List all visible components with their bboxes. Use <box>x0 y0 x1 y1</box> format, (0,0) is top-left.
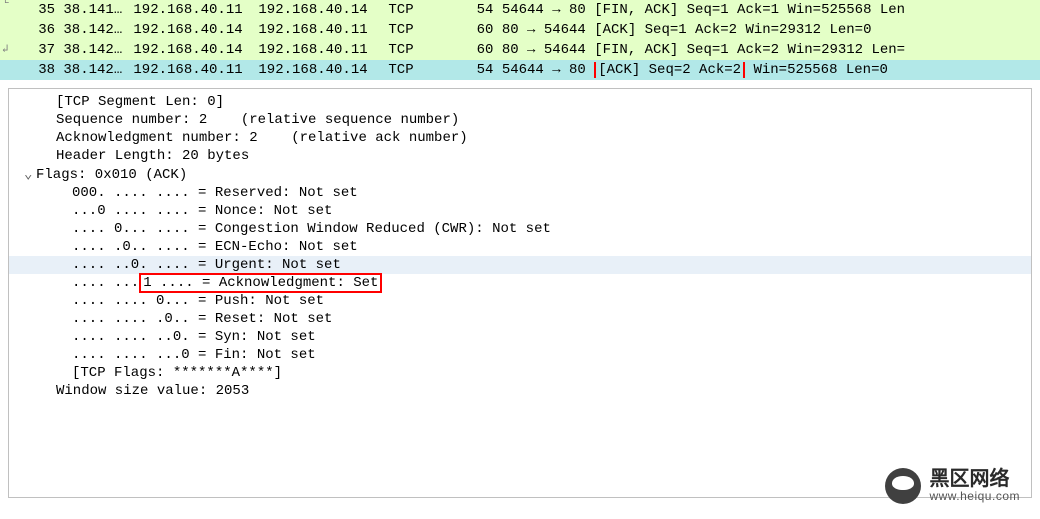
packet-row[interactable]: ↲ 37 38.142… 192.168.40.14 192.168.40.11… <box>0 40 1040 60</box>
col-src: 192.168.40.11 <box>133 62 258 78</box>
col-src: 192.168.40.14 <box>133 22 258 38</box>
col-info: 80 → 54644 [FIN, ACK] Seq=1 Ack=2 Win=29… <box>502 42 1040 58</box>
col-dst: 192.168.40.14 <box>258 62 388 78</box>
flag-syn: .... .... ..0. = Syn: Not set <box>9 328 1031 346</box>
flag-ecn: .... .0.. .... = ECN-Echo: Not set <box>9 238 1031 256</box>
col-dst: 192.168.40.14 <box>258 2 388 18</box>
col-dst: 192.168.40.11 <box>258 22 388 38</box>
col-info: 54644 → 80 [FIN, ACK] Seq=1 Ack=1 Win=52… <box>502 2 1040 18</box>
arrow-icon: ↲ <box>2 42 17 56</box>
chevron-down-icon[interactable]: ⌄ <box>24 166 36 183</box>
col-src: 192.168.40.11 <box>133 2 258 18</box>
ack-number: Acknowledgment number: 2 (relative ack n… <box>9 129 1031 147</box>
col-time: 38.142… <box>63 62 133 78</box>
flag-fin: .... .... ...0 = Fin: Not set <box>9 346 1031 364</box>
highlight-ack-seq: [ACK] Seq=2 Ack=2 <box>594 62 745 78</box>
col-time: 38.141… <box>63 2 133 18</box>
highlight-ack-flag: 1 .... = Acknowledgment: Set <box>139 273 382 293</box>
packet-row[interactable]: 36 38.142… 192.168.40.14 192.168.40.11 T… <box>0 20 1040 40</box>
col-proto: TCP <box>388 22 453 38</box>
flag-push: .... .... 0... = Push: Not set <box>9 292 1031 310</box>
col-no: 36 <box>20 22 55 38</box>
tcp-segment-len: [TCP Segment Len: 0] <box>9 93 1031 111</box>
col-info: 54644 → 80 [ACK] Seq=2 Ack=2 Win=525568 … <box>502 62 1040 78</box>
col-len: 60 <box>453 42 493 58</box>
tcp-flags-summary: [TCP Flags: *******A****] <box>9 364 1031 382</box>
packet-row[interactable]: 35 38.141… 192.168.40.11 192.168.40.14 T… <box>0 0 1040 20</box>
flag-cwr: .... 0... .... = Congestion Window Reduc… <box>9 220 1031 238</box>
packet-details-pane[interactable]: [TCP Segment Len: 0] Sequence number: 2 … <box>8 88 1032 498</box>
window-size: Window size value: 2053 <box>9 382 1031 400</box>
col-proto: TCP <box>388 42 453 58</box>
sequence-number: Sequence number: 2 (relative sequence nu… <box>9 111 1031 129</box>
col-no: 38 <box>20 62 55 78</box>
col-proto: TCP <box>388 62 453 78</box>
col-src: 192.168.40.14 <box>133 42 258 58</box>
flags-header[interactable]: ⌄Flags: 0x010 (ACK) <box>9 165 1031 184</box>
mushroom-icon <box>885 468 921 504</box>
watermark: 黑区网络 www.heiqu.com <box>885 468 1020 504</box>
col-proto: TCP <box>388 2 453 18</box>
header-length: Header Length: 20 bytes <box>9 147 1031 165</box>
flag-nonce: ...0 .... .... = Nonce: Not set <box>9 202 1031 220</box>
col-time: 38.142… <box>63 42 133 58</box>
flag-reserved: 000. .... .... = Reserved: Not set <box>9 184 1031 202</box>
flag-ack: .... ...1 .... = Acknowledgment: Set <box>9 274 1031 292</box>
col-no: 35 <box>20 2 55 18</box>
watermark-title: 黑区网络 <box>929 468 1020 490</box>
watermark-url: www.heiqu.com <box>929 490 1020 503</box>
col-len: 54 <box>453 62 493 78</box>
flag-reset: .... .... .0.. = Reset: Not set <box>9 310 1031 328</box>
col-info: 80 → 54644 [ACK] Seq=1 Ack=2 Win=29312 L… <box>502 22 1040 38</box>
col-no: 37 <box>20 42 55 58</box>
arrow-icon: └ <box>2 0 17 10</box>
col-len: 60 <box>453 22 493 38</box>
col-len: 54 <box>453 2 493 18</box>
packet-row-selected[interactable]: └ 38 38.142… 192.168.40.11 192.168.40.14… <box>0 60 1040 80</box>
packet-list: 35 38.141… 192.168.40.11 192.168.40.14 T… <box>0 0 1040 80</box>
col-dst: 192.168.40.11 <box>258 42 388 58</box>
col-time: 38.142… <box>63 22 133 38</box>
flag-urgent: .... ..0. .... = Urgent: Not set <box>9 256 1031 274</box>
